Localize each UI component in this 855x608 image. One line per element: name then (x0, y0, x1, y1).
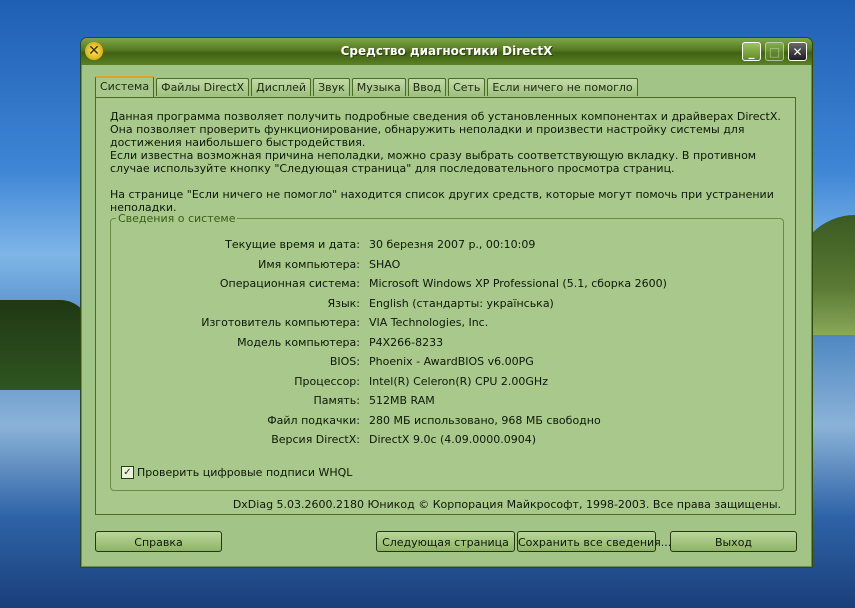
info-label: Процессор: (294, 375, 360, 388)
system-info-title: Сведения о системе (116, 212, 238, 225)
info-row-os: Операционная система: Microsoft Windows … (111, 277, 781, 291)
tab-system[interactable]: Система (95, 76, 155, 97)
info-row-language: Язык: English (стандарты: українська) (111, 297, 781, 311)
whql-label[interactable]: Проверить цифровые подписи WHQL (137, 466, 352, 479)
dxdiag-window: ✕ Средство диагностики DirectX _ □ ✕ Сис… (80, 37, 813, 568)
tab-sound[interactable]: Звук (313, 78, 350, 96)
intro-paragraph-1: Данная программа позволяет получить подр… (110, 110, 781, 149)
close-button[interactable]: ✕ (788, 42, 807, 61)
info-label: Версия DirectX: (271, 433, 360, 446)
info-value: English (стандарты: українська) (369, 297, 554, 310)
desktop-trees-left (0, 300, 90, 390)
info-row-computer-name: Имя компьютера: SHAO (111, 258, 781, 272)
system-info-group: Сведения о системе Текущие время и дата:… (110, 212, 784, 491)
title-bar[interactable]: ✕ Средство диагностики DirectX _ □ ✕ (81, 38, 812, 65)
info-row-bios: BIOS: Phoenix - AwardBIOS v6.00PG (111, 355, 781, 369)
info-row-memory: Память: 512MB RAM (111, 394, 781, 408)
info-row-manufacturer: Изготовитель компьютера: VIA Technologie… (111, 316, 781, 330)
next-page-button[interactable]: Следующая страница (376, 531, 515, 552)
info-label: Текущие время и дата: (225, 238, 360, 251)
info-label: Язык: (327, 297, 360, 310)
tab-input[interactable]: Ввод (407, 78, 447, 96)
intro-text: Данная программа позволяет получить подр… (110, 110, 790, 214)
info-value: 30 березня 2007 р., 00:10:09 (369, 238, 536, 251)
info-value: SHAO (369, 258, 401, 271)
system-tab-panel: Данная программа позволяет получить подр… (95, 97, 796, 515)
window-title: Средство диагностики DirectX (340, 44, 553, 58)
info-label: Изготовитель компьютера: (201, 316, 360, 329)
info-label: Файл подкачки: (267, 414, 360, 427)
info-value: DirectX 9.0c (4.09.0000.0904) (369, 433, 537, 446)
tab-display[interactable]: Дисплей (251, 78, 312, 96)
info-label: BIOS: (329, 355, 360, 368)
info-value: Microsoft Windows XP Professional (5.1, … (369, 277, 667, 290)
info-label: Имя компьютера: (258, 258, 360, 271)
intro-paragraph-2: Если известна возможная причина неполадк… (110, 149, 757, 175)
info-label: Операционная система: (219, 277, 360, 290)
info-row-directx-version: Версия DirectX: DirectX 9.0c (4.09.0000.… (111, 433, 781, 447)
checkbox-check-icon[interactable]: ✓ (121, 466, 134, 479)
help-button[interactable]: Справка (95, 531, 222, 552)
tab-network[interactable]: Сеть (448, 78, 486, 96)
tab-music[interactable]: Музыка (351, 78, 406, 96)
info-row-datetime: Текущие время и дата: 30 березня 2007 р.… (111, 238, 781, 252)
info-value: 512MB RAM (369, 394, 435, 407)
intro-paragraph-3: На странице "Если ничего не помогло" нах… (110, 188, 774, 214)
info-value: Intel(R) Celeron(R) CPU 2.00GHz (369, 375, 548, 388)
tab-more-help[interactable]: Если ничего не помогло (487, 78, 638, 96)
minimize-button[interactable]: _ (742, 42, 761, 61)
info-value: P4X266-8233 (369, 336, 444, 349)
info-value: 280 МБ использовано, 968 МБ свободно (369, 414, 601, 427)
save-all-button[interactable]: Сохранить все сведения... (517, 531, 671, 552)
info-value: Phoenix - AwardBIOS v6.00PG (369, 355, 534, 368)
tab-directx-files[interactable]: Файлы DirectX (156, 78, 250, 96)
info-row-processor: Процессор: Intel(R) Celeron(R) CPU 2.00G… (111, 375, 781, 389)
info-label: Модель компьютера: (237, 336, 360, 349)
info-value: VIA Technologies, Inc. (369, 316, 489, 329)
exit-button[interactable]: Выход (670, 531, 797, 552)
info-row-model: Модель компьютера: P4X266-8233 (111, 336, 781, 350)
info-label: Память: (313, 394, 360, 407)
copyright-text: DxDiag 5.03.2600.2180 Юникод © Корпораци… (232, 498, 781, 511)
maximize-button[interactable]: □ (765, 42, 784, 61)
tab-strip: Система Файлы DirectX Дисплей Звук Музык… (95, 76, 640, 97)
info-row-pagefile: Файл подкачки: 280 МБ использовано, 968 … (111, 414, 781, 428)
whql-checkbox[interactable]: ✓ Проверить цифровые подписи WHQL (121, 466, 352, 479)
